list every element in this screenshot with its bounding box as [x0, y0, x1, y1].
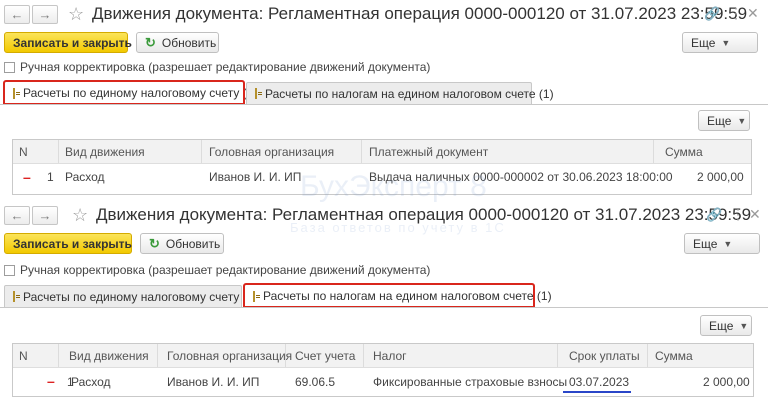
row-tax: Фиксированные страховые взносы [373, 375, 568, 389]
col-kind[interactable]: Вид движения [65, 145, 145, 159]
link-icon[interactable]: 🔗 [706, 207, 722, 223]
more-button[interactable]: Еще ▼ [684, 233, 760, 254]
table-more-label: Еще [709, 318, 734, 333]
col-separator [653, 140, 654, 163]
row-account: 69.06.5 [295, 375, 336, 389]
col-separator [58, 140, 59, 163]
refresh-button[interactable]: ↻ Обновить [140, 233, 224, 254]
col-separator [157, 344, 158, 367]
col-n[interactable]: N [19, 145, 28, 159]
forward-arrow-icon[interactable]: → [32, 5, 58, 24]
row-doc: Выдача наличных 0000-000002 от 30.06.202… [369, 170, 673, 184]
tab-ens-settlements[interactable]: Расчеты по единому налоговому счету (1) [4, 285, 257, 307]
table-more-button[interactable]: Еще ▼ [698, 110, 750, 131]
checkbox-box[interactable] [4, 264, 15, 276]
col-separator [201, 140, 202, 163]
tab-divider [0, 307, 768, 308]
document-icon [255, 88, 262, 99]
row-sum: 2 000,00 [703, 375, 750, 389]
tab-label: Расчеты по налогам на едином налоговом с… [265, 86, 554, 101]
manual-edit-label: Ручная корректировка (разрешает редактир… [20, 263, 431, 277]
tab-divider [0, 104, 768, 105]
bottom-window: ← → ☆ Движения документа: Регламентная о… [0, 203, 768, 402]
movements-table: N Вид движения Головная организация Плат… [12, 139, 752, 195]
row-n: 1 [47, 170, 54, 184]
more-vertical-icon[interactable]: ⋮ [729, 5, 743, 22]
minus-icon: – [47, 373, 55, 389]
row-kind: Расход [71, 375, 111, 389]
save-close-label: Записать и закрыть [13, 35, 132, 50]
refresh-label: Обновить [165, 236, 221, 251]
row-org: Иванов И. И. ИП [209, 170, 302, 184]
col-due[interactable]: Срок уплаты [569, 349, 640, 363]
more-label: Еще [693, 236, 718, 251]
refresh-icon: ↻ [145, 34, 156, 50]
col-kind[interactable]: Вид движения [69, 349, 149, 363]
col-separator [58, 344, 59, 367]
back-arrow-icon[interactable]: ← [4, 206, 30, 225]
close-icon[interactable]: ✕ [747, 5, 759, 22]
nav-buttons: ← → [4, 5, 60, 24]
tab-label: Расчеты по единому налоговому счету (1) [23, 86, 258, 100]
top-window: ← → ☆ Движения документа: Регламентная о… [0, 0, 768, 203]
chevron-down-icon: ▼ [737, 115, 747, 126]
window-title: Движения документа: Регламентная операци… [92, 4, 748, 23]
minus-icon: – [23, 169, 31, 185]
col-n[interactable]: N [19, 349, 28, 363]
manual-edit-checkbox[interactable]: Ручная корректировка (разрешает редактир… [4, 263, 430, 277]
manual-edit-checkbox[interactable]: Ручная корректировка (разрешает редактир… [4, 60, 430, 74]
tab-ens-taxes[interactable]: Расчеты по налогам на едином налоговом с… [243, 283, 552, 308]
document-icon [253, 290, 260, 302]
col-separator [285, 344, 286, 367]
back-arrow-icon[interactable]: ← [4, 5, 30, 24]
row-sum: 2 000,00 [697, 170, 744, 184]
due-date-underline [563, 391, 631, 393]
col-separator [363, 344, 364, 367]
save-close-label: Записать и закрыть [13, 236, 132, 251]
table-more-label: Еще [707, 113, 732, 128]
close-icon[interactable]: ✕ [749, 206, 761, 223]
tab-label: Расчеты по налогам на едином налоговом с… [263, 289, 552, 303]
tab-ens-settlements[interactable]: Расчеты по единому налоговому счету (1) [3, 80, 257, 105]
col-doc[interactable]: Платежный документ [369, 145, 488, 159]
chevron-down-icon: ▼ [739, 320, 749, 331]
save-close-button[interactable]: Записать и закрыть [4, 32, 132, 53]
manual-edit-label: Ручная корректировка (разрешает редактир… [20, 60, 431, 74]
refresh-button[interactable]: ↻ Обновить [136, 32, 219, 53]
col-separator [647, 344, 648, 367]
col-account[interactable]: Счет учета [295, 349, 355, 363]
col-org[interactable]: Головная организация [209, 145, 334, 159]
row-kind: Расход [65, 170, 105, 184]
refresh-icon: ↻ [149, 235, 160, 251]
row-org: Иванов И. И. ИП [167, 375, 260, 389]
tab-ens-taxes[interactable]: Расчеты по налогам на едином налоговом с… [246, 82, 554, 104]
star-icon[interactable]: ☆ [72, 206, 88, 224]
col-org[interactable]: Головная организация [167, 349, 292, 363]
document-icon [13, 291, 20, 302]
checkbox-box[interactable] [4, 61, 15, 73]
col-sum[interactable]: Сумма [665, 145, 703, 159]
save-close-button[interactable]: Записать и закрыть [4, 233, 132, 254]
col-sum[interactable]: Сумма [655, 349, 693, 363]
star-icon[interactable]: ☆ [68, 5, 84, 23]
tab-label: Расчеты по единому налоговому счету (1) [23, 289, 258, 304]
document-icon [13, 87, 20, 99]
more-label: Еще [691, 35, 716, 50]
window-title: Движения документа: Регламентная операци… [96, 205, 752, 224]
col-tax[interactable]: Налог [373, 349, 407, 363]
more-vertical-icon[interactable]: ⋮ [731, 206, 745, 223]
refresh-label: Обновить [161, 35, 217, 50]
chevron-down-icon: ▼ [721, 37, 731, 48]
forward-arrow-icon[interactable]: → [32, 206, 58, 225]
col-separator [557, 344, 558, 367]
movements-table: N Вид движения Головная организация Счет… [12, 343, 754, 397]
link-icon[interactable]: 🔗 [704, 6, 720, 22]
table-more-button[interactable]: Еще ▼ [700, 315, 752, 336]
col-separator [361, 140, 362, 163]
more-button[interactable]: Еще ▼ [682, 32, 758, 53]
nav-buttons: ← → [4, 206, 60, 225]
chevron-down-icon: ▼ [723, 238, 733, 249]
row-due: 03.07.2023 [569, 375, 630, 389]
